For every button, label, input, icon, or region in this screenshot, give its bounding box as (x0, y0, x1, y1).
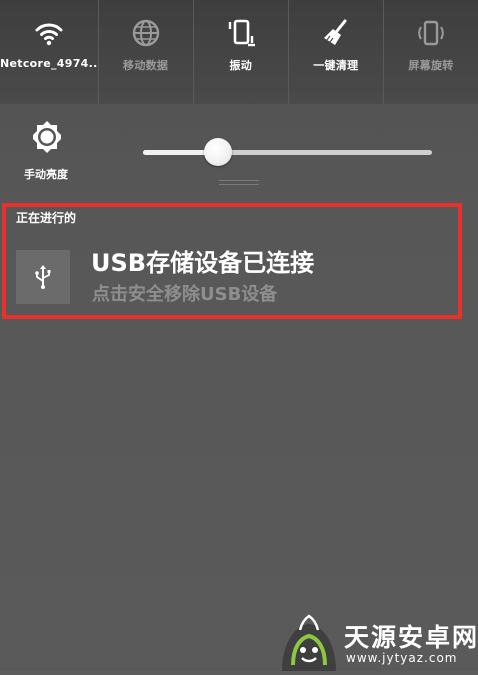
ongoing-section-title: 正在进行的 (16, 211, 77, 225)
wifi-icon (32, 16, 66, 50)
watermark: 天源安卓网 www.jytyaz.com (278, 610, 478, 671)
toggle-mobile-data[interactable]: 移动数据 (99, 0, 194, 104)
toggle-label: 振动 (229, 59, 253, 72)
toggle-label: 屏幕旋转 (408, 59, 454, 72)
watermark-name: 天源安卓网 (344, 623, 478, 652)
notification-subtitle: 点击安全移除USB设备 (92, 284, 278, 305)
toggle-label: Netcore_4974.. (0, 57, 98, 70)
brightness-label: 手动亮度 (24, 168, 68, 181)
broom-icon (319, 16, 353, 50)
brightness-slider-thumb[interactable] (204, 138, 233, 166)
notification-shade: Netcore_4974.. 移动数据 振动 一键清理 屏幕旋转 手动亮度 正在… (0, 0, 478, 671)
toggle-label: 移动数据 (123, 59, 169, 72)
watermark-logo-icon (278, 610, 340, 671)
toggle-vibrate[interactable]: 振动 (194, 0, 289, 104)
toggle-screen-rotation[interactable]: 屏幕旋转 (384, 0, 478, 104)
vibrate-icon (224, 16, 258, 50)
notification-title: USB存储设备已连接 (91, 249, 315, 277)
usb-icon (16, 250, 70, 304)
globe-icon (129, 16, 163, 50)
toggle-label: 一键清理 (313, 59, 359, 72)
watermark-url: www.jytyaz.com (346, 651, 458, 665)
rotate-screen-icon (414, 16, 448, 50)
brightness-slider[interactable] (143, 150, 432, 155)
brightness-icon[interactable] (29, 119, 65, 155)
toggle-wifi[interactable]: Netcore_4974.. (0, 0, 99, 104)
quick-settings-row: Netcore_4974.. 移动数据 振动 一键清理 屏幕旋转 (0, 0, 478, 104)
usb-notification[interactable]: USB存储设备已连接 点击安全移除USB设备 (6, 234, 464, 316)
toggle-one-key-clean[interactable]: 一键清理 (289, 0, 384, 104)
drag-handle[interactable] (219, 180, 259, 188)
